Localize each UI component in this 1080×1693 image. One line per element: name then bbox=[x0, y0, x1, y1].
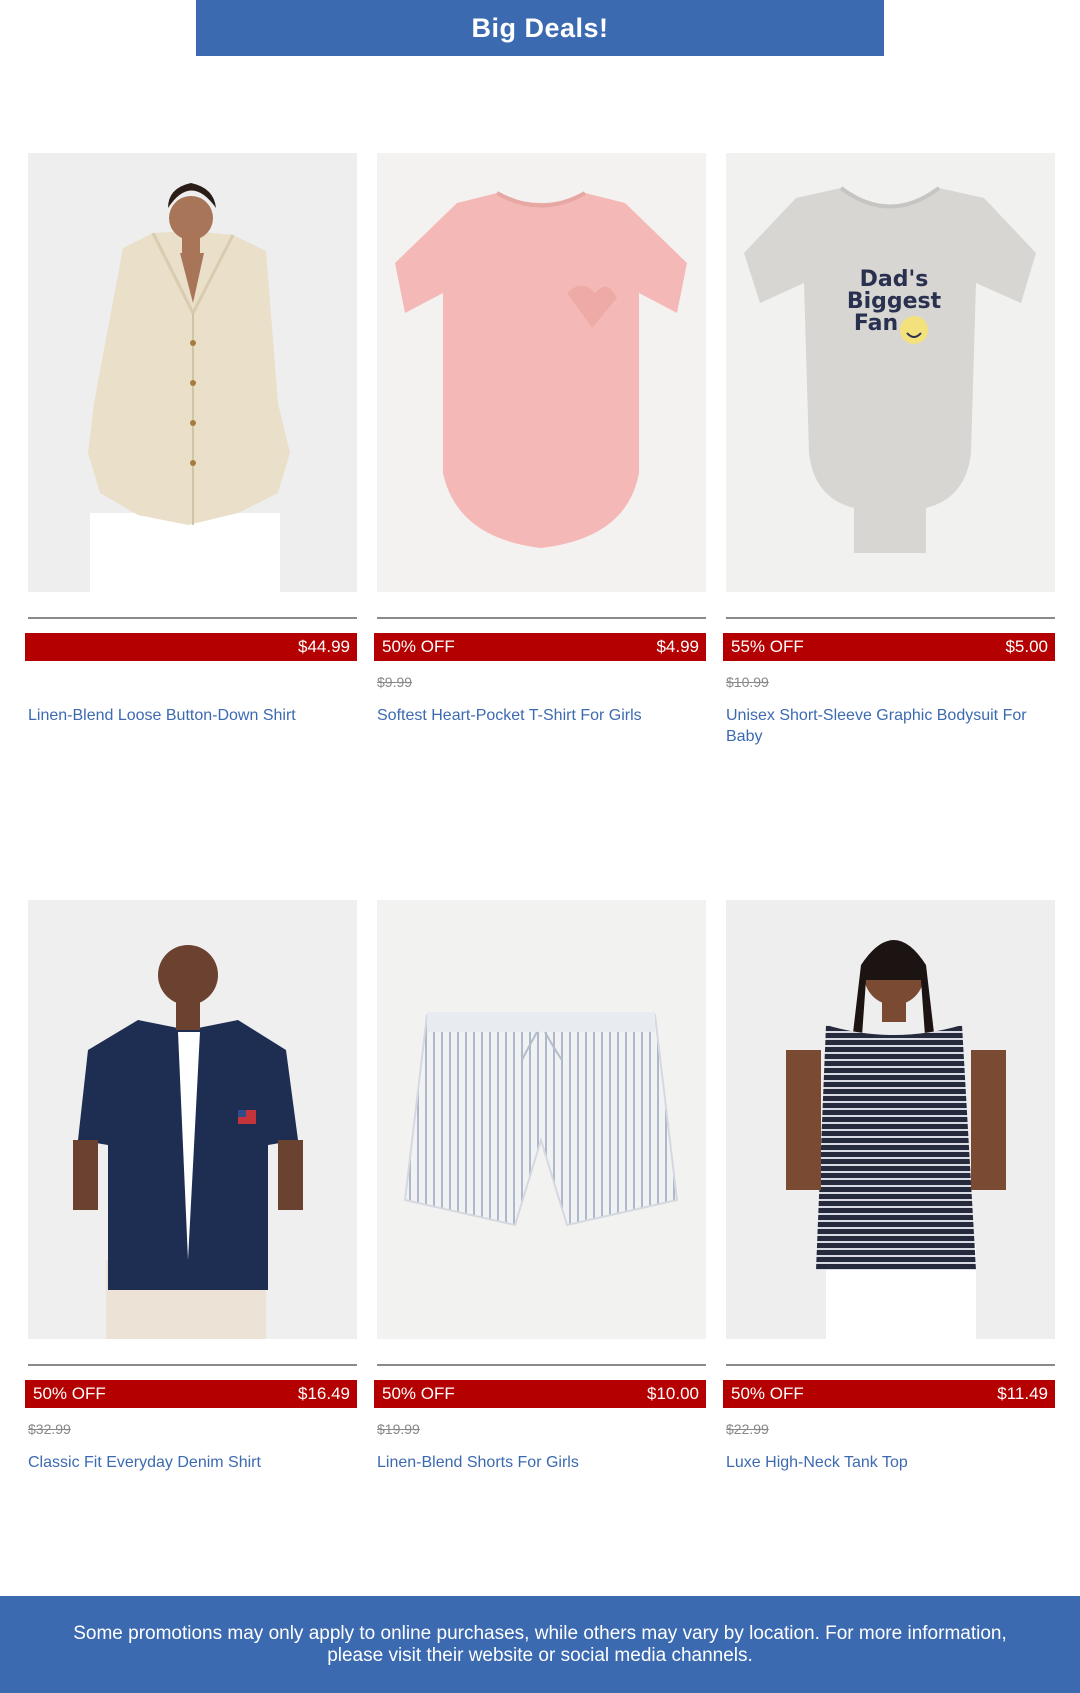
original-price: $19.99 bbox=[377, 1421, 420, 1437]
discount-badge: 50% OFF bbox=[731, 1384, 804, 1403]
product-image[interactable]: Dad's Biggest Fan bbox=[726, 153, 1055, 592]
divider bbox=[377, 1364, 706, 1366]
discount-badge: 55% OFF bbox=[731, 637, 804, 656]
product-title-link[interactable]: Luxe High-Neck Tank Top bbox=[726, 1452, 1055, 1473]
divider bbox=[377, 617, 706, 619]
disclaimer-footer: Some promotions may only apply to online… bbox=[0, 1596, 1080, 1693]
product-title-link[interactable]: Linen-Blend Loose Button-Down Shirt bbox=[28, 705, 357, 726]
disclaimer-text: Some promotions may only apply to online… bbox=[73, 1622, 1007, 1666]
sale-price: $5.00 bbox=[1005, 637, 1048, 656]
deals-banner: Big Deals! bbox=[196, 0, 884, 56]
sale-price: $4.99 bbox=[656, 637, 699, 656]
banner-title: Big Deals! bbox=[471, 12, 609, 43]
sale-price: $44.99 bbox=[298, 637, 350, 656]
divider bbox=[28, 1364, 357, 1366]
product-title-link[interactable]: Linen-Blend Shorts For Girls bbox=[377, 1452, 706, 1473]
original-price: $32.99 bbox=[28, 1421, 71, 1437]
divider bbox=[726, 617, 1055, 619]
product-image[interactable] bbox=[28, 153, 357, 592]
price-bar: $44.99 bbox=[25, 633, 357, 661]
graphic-text-line: Fan bbox=[854, 311, 898, 336]
discount-badge: 50% OFF bbox=[382, 1384, 455, 1403]
price-bar: 50% OFF $10.00 bbox=[374, 1380, 706, 1408]
product-title-link[interactable]: Unisex Short-Sleeve Graphic Bodysuit For… bbox=[726, 705, 1055, 747]
product-title-link[interactable]: Classic Fit Everyday Denim Shirt bbox=[28, 1452, 357, 1473]
product-title-link[interactable]: Softest Heart-Pocket T-Shirt For Girls bbox=[377, 705, 706, 726]
original-price: $10.99 bbox=[726, 674, 769, 690]
product-image[interactable] bbox=[726, 900, 1055, 1339]
product-image[interactable] bbox=[377, 153, 706, 592]
discount-badge: 50% OFF bbox=[33, 1384, 106, 1403]
price-bar: 55% OFF $5.00 bbox=[723, 633, 1055, 661]
discount-badge: 50% OFF bbox=[382, 637, 455, 656]
price-bar: 50% OFF $16.49 bbox=[25, 1380, 357, 1408]
divider bbox=[28, 617, 357, 619]
original-price: $22.99 bbox=[726, 1421, 769, 1437]
sale-price: $10.00 bbox=[647, 1384, 699, 1403]
product-image[interactable] bbox=[28, 900, 357, 1339]
sale-price: $11.49 bbox=[997, 1384, 1048, 1403]
divider bbox=[726, 1364, 1055, 1366]
price-bar: 50% OFF $4.99 bbox=[374, 633, 706, 661]
original-price: $9.99 bbox=[377, 674, 413, 690]
price-bar: 50% OFF $11.49 bbox=[723, 1380, 1055, 1408]
sale-price: $16.49 bbox=[298, 1384, 350, 1403]
product-image[interactable] bbox=[377, 900, 706, 1339]
